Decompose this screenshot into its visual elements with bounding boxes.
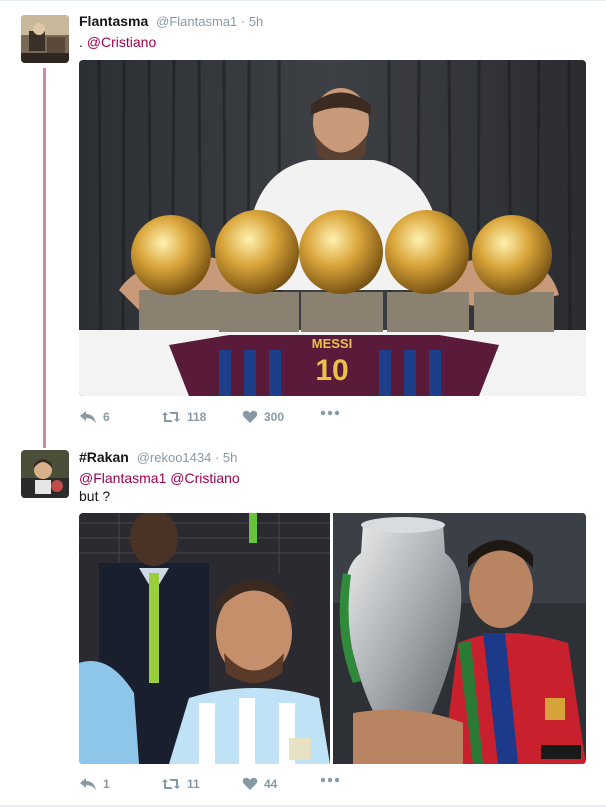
author-handle[interactable]: @rekoo1434: [137, 450, 212, 465]
reply-button[interactable]: 6: [79, 410, 110, 424]
like-count: 44: [264, 777, 278, 791]
retweet-button[interactable]: 118: [161, 410, 206, 424]
tweet-text: @Flantasma1 @Cristiano: [79, 469, 586, 487]
reply-button[interactable]: 1: [79, 777, 110, 791]
more-button[interactable]: [320, 410, 340, 416]
retweet-button[interactable]: 11: [161, 777, 200, 791]
like-button[interactable]: 300: [242, 410, 284, 424]
more-button[interactable]: [320, 777, 340, 783]
mention-link[interactable]: @Cristiano: [170, 470, 239, 486]
tweet-actions: 1 11 44: [79, 777, 379, 795]
author-name[interactable]: Flantasma: [79, 13, 148, 29]
svg-text:MESSI: MESSI: [312, 336, 352, 351]
heart-icon: [242, 410, 258, 423]
top-divider: [0, 0, 606, 1]
reply-icon: [80, 411, 96, 423]
tweet-photo-right[interactable]: [333, 513, 586, 764]
tweet-header: Flantasma @Flantasma1 · 5h: [79, 13, 264, 29]
tweet-text-line: but ?: [79, 488, 111, 504]
avatar[interactable]: [21, 450, 69, 498]
reply-count: 6: [103, 410, 110, 424]
retweet-icon: [162, 779, 180, 789]
svg-text:10: 10: [315, 354, 348, 387]
reply-count: 1: [103, 777, 110, 791]
mention-link[interactable]: @Flantasma1: [79, 470, 166, 486]
reply-icon: [80, 778, 96, 790]
retweet-icon: [162, 412, 180, 422]
tweet-photo[interactable]: MESSI 10: [79, 60, 586, 396]
like-button[interactable]: 44: [242, 777, 277, 791]
tweet-time[interactable]: 5h: [223, 450, 237, 465]
tweet-text: . @Cristiano: [79, 34, 157, 50]
like-count: 300: [264, 410, 285, 424]
author-name[interactable]: #Rakan: [79, 449, 129, 465]
mention-link[interactable]: @Cristiano: [87, 34, 156, 50]
tweet-header: #Rakan @rekoo1434 · 5h: [79, 449, 238, 465]
retweet-count: 11: [187, 777, 200, 791]
tweet-photo-left[interactable]: [79, 513, 330, 764]
avatar[interactable]: [21, 15, 69, 63]
more-icon: [320, 410, 340, 416]
thread-connector-line: [43, 68, 46, 448]
heart-icon: [242, 777, 258, 790]
tweet-time[interactable]: 5h: [249, 14, 263, 29]
tweet-actions: 6 118 300: [79, 410, 379, 428]
retweet-count: 118: [187, 410, 207, 424]
more-icon: [320, 777, 340, 783]
author-handle[interactable]: @Flantasma1: [156, 14, 237, 29]
